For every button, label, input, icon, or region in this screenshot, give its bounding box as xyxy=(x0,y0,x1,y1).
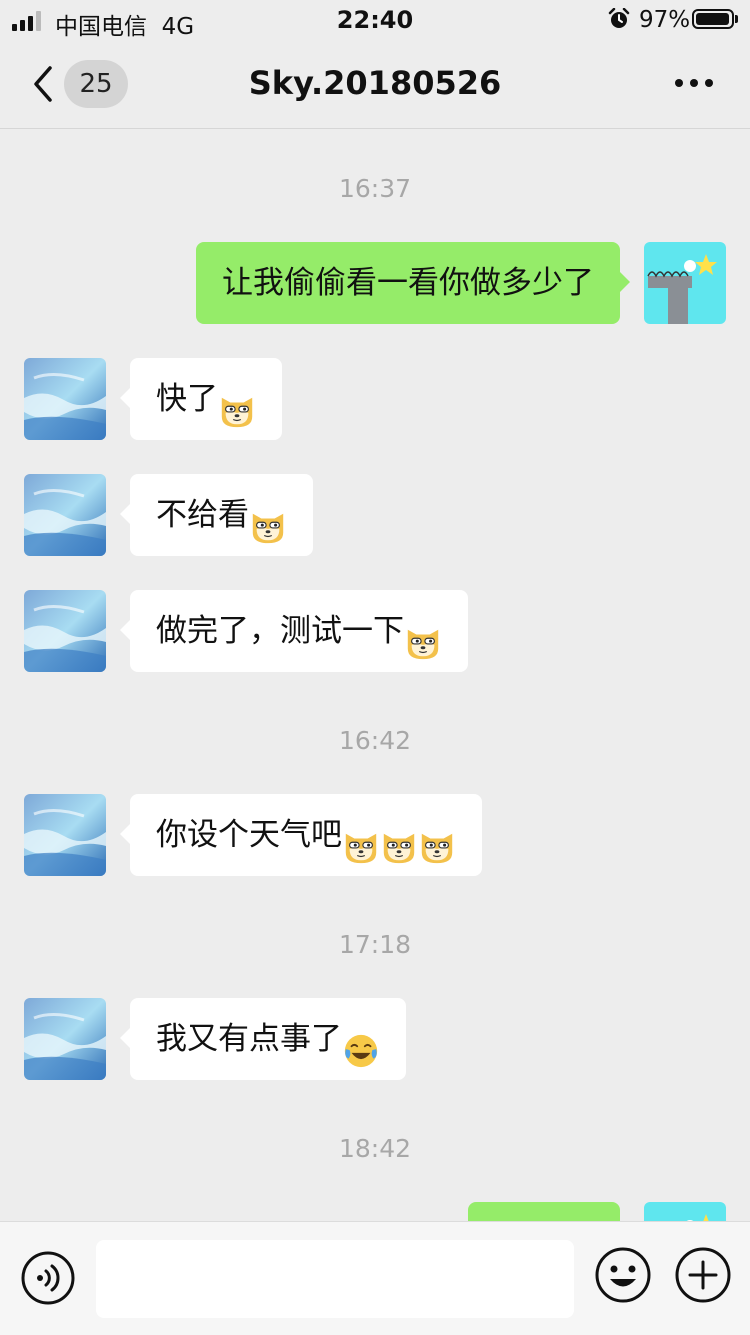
message-bubble[interactable]: 做完了，测试一下 xyxy=(120,590,468,672)
voice-input-button[interactable] xyxy=(20,1250,76,1306)
contact-avatar[interactable] xyxy=(24,358,106,440)
message-list[interactable]: 16:37 让我偷偷看一看你做多少了快了不给看做完了，测试一下 16:42 你设个天气… xyxy=(0,129,750,1221)
message-bubble[interactable]: 快了 xyxy=(120,358,282,440)
chat-title: Sky.20180526 xyxy=(248,64,502,102)
unread-count-badge[interactable]: 25 xyxy=(64,60,128,108)
contact-avatar[interactable] xyxy=(24,794,106,876)
message-bubble[interactable]: 不给看 xyxy=(120,474,313,556)
battery-fill xyxy=(696,13,729,25)
alarm-clock-icon xyxy=(608,8,630,28)
message-text: 不给看 xyxy=(156,497,249,533)
message-timestamp: 18:42 xyxy=(338,1134,412,1163)
doge-emoji xyxy=(342,815,380,863)
doge-emoji xyxy=(418,815,456,863)
my-avatar[interactable] xyxy=(644,1202,726,1221)
message-text: 做完了，测试一下 xyxy=(156,613,404,649)
outgoing-message-row xyxy=(0,1202,750,1221)
outgoing-message-row: 让我偷偷看一看你做多少了 xyxy=(0,242,750,324)
incoming-message-row: 我又有点事了 xyxy=(0,998,750,1080)
message-bubble[interactable]: 你设个天气吧 xyxy=(120,794,482,876)
battery-cap xyxy=(735,15,738,23)
emoji-picker-button[interactable] xyxy=(594,1246,652,1304)
message-timestamp: 16:37 xyxy=(338,174,412,203)
status-time: 22:40 xyxy=(336,6,414,34)
more-actions-plus-button[interactable] xyxy=(674,1246,732,1304)
incoming-message-row: 快了 xyxy=(0,358,750,440)
message-bubble[interactable]: 我又有点事了 xyxy=(120,998,406,1080)
contact-avatar[interactable] xyxy=(24,590,106,672)
input-bar xyxy=(0,1221,750,1335)
message-bubble[interactable]: 让我偷偷看一看你做多少了 xyxy=(196,242,630,324)
back-chevron-icon[interactable] xyxy=(30,64,56,104)
status-bar: 中国电信 4G 22:40 97% xyxy=(0,0,750,40)
message-text: 你设个天气吧 xyxy=(156,817,342,853)
message-timestamp: 17:18 xyxy=(338,930,412,959)
doge-emoji xyxy=(218,379,256,427)
doge-emoji xyxy=(380,815,418,863)
battery-icon xyxy=(692,9,734,29)
chat-header: 25 Sky.20180526 xyxy=(0,40,750,129)
message-text: 让我偷偷看一看你做多少了 xyxy=(222,265,594,301)
doge-emoji xyxy=(249,495,287,543)
message-text: 快了 xyxy=(156,381,218,417)
contact-avatar[interactable] xyxy=(24,998,106,1080)
battery-percent: 97% xyxy=(639,7,691,33)
message-input[interactable] xyxy=(96,1240,574,1318)
message-bubble[interactable] xyxy=(468,1202,620,1221)
doge-emoji xyxy=(404,611,442,659)
incoming-message-row: 你设个天气吧 xyxy=(0,794,750,876)
contact-avatar[interactable] xyxy=(24,474,106,556)
message-text: 我又有点事了 xyxy=(156,1021,342,1057)
incoming-message-row: 做完了，测试一下 xyxy=(0,590,750,672)
my-avatar[interactable] xyxy=(644,242,726,324)
message-timestamp: 16:42 xyxy=(338,726,412,755)
more-options-icon[interactable] xyxy=(672,76,716,90)
incoming-message-row: 不给看 xyxy=(0,474,750,556)
laugh-cry-emoji xyxy=(342,1019,380,1067)
